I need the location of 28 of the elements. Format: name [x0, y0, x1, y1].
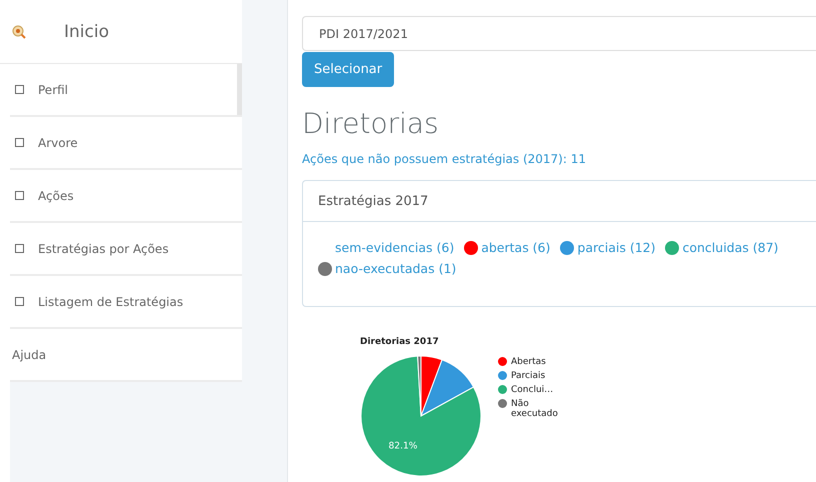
legend-label: Parciais [511, 371, 546, 381]
legend-label: Não executado [511, 399, 558, 419]
select-button[interactable]: Selecionar [302, 52, 394, 87]
magnifier-icon [12, 24, 26, 38]
missing-actions-link[interactable]: Ações que não possuem estratégias (2017): 11 [302, 152, 816, 166]
plan-select[interactable]: PDI 2017/2021 [302, 16, 816, 51]
legend-item: Abertas [498, 357, 558, 367]
checkbox-icon [15, 244, 24, 253]
home-link[interactable]: Inicio [64, 22, 109, 42]
legend-item: Não executado [498, 399, 558, 419]
status-link[interactable]: concluidas (87) [665, 238, 778, 255]
checkbox-icon [15, 191, 24, 200]
status-link[interactable]: sem-evidencias (6) [318, 238, 454, 255]
status-link[interactable]: parciais (12) [560, 238, 656, 255]
page-heading: Diretorias [302, 107, 440, 140]
legend-label: Abertas [511, 357, 546, 367]
panel-title: Estratégias 2017 [303, 181, 816, 222]
sidebar-item[interactable]: Perfil [10, 64, 242, 117]
legend-item: Parciais [498, 371, 558, 381]
chart-title: Diretorias 2017 [360, 337, 440, 347]
status-link[interactable]: nao-executadas (1) [318, 259, 456, 276]
legend-item: Conclui… [498, 385, 558, 395]
legend-label: Conclui… [511, 385, 554, 395]
checkbox-icon [15, 138, 24, 147]
slice-label: 82.1% [388, 442, 418, 452]
checkbox-icon [15, 297, 24, 306]
status-link[interactable]: abertas (6) [464, 238, 550, 255]
checkbox-icon [15, 85, 24, 94]
